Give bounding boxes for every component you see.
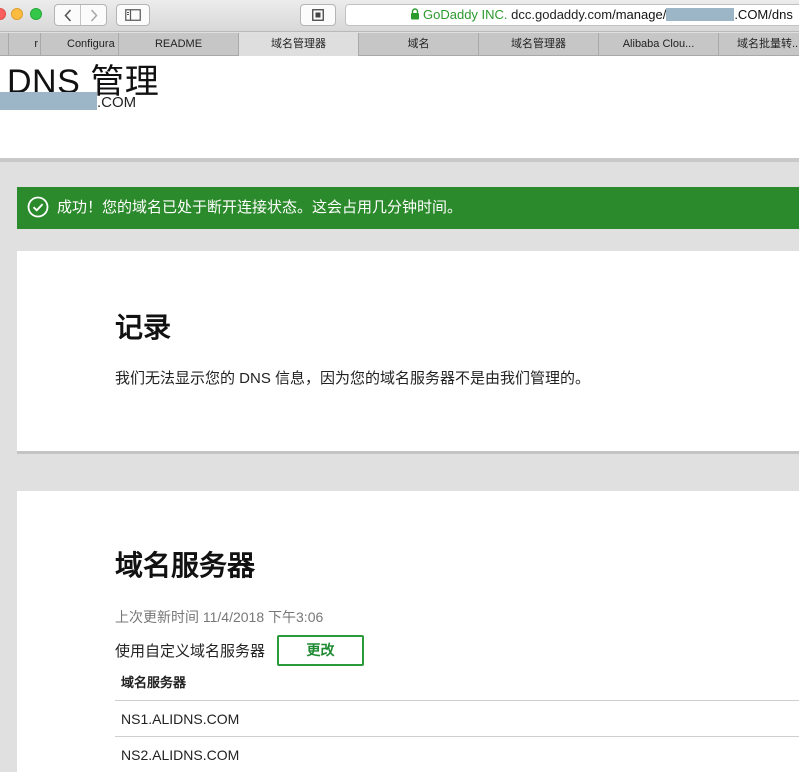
- chevron-right-icon: [90, 8, 98, 22]
- sidebar-icon: [125, 9, 141, 21]
- chevron-left-icon: [63, 8, 71, 22]
- url-domain: dcc.godaddy.com: [511, 7, 613, 22]
- records-message: 我们无法显示您的 DNS 信息，因为您的域名服务器不是由我们管理的。: [115, 370, 591, 387]
- sidebar-toggle-button[interactable]: [116, 4, 150, 26]
- tab-2[interactable]: Configura: [40, 33, 118, 56]
- url-path-suffix: .COM/dns: [734, 7, 793, 22]
- back-button[interactable]: [55, 5, 80, 25]
- zoom-window-button[interactable]: [30, 8, 42, 20]
- tab-bar: r Configura README 域名管理器 域名 域名管理器 Alibab…: [0, 33, 799, 56]
- custom-nameserver-row: 使用自定义域名服务器 更改: [115, 634, 365, 666]
- domain-name: .COM: [0, 92, 136, 111]
- custom-nameserver-label: 使用自定义域名服务器: [115, 642, 266, 660]
- lock-icon: [411, 8, 419, 20]
- check-circle-icon: [27, 196, 49, 218]
- forward-button[interactable]: [80, 5, 106, 25]
- nameserver-table-header: 域名服务器: [115, 665, 799, 701]
- page-header: DNS 管理 .COM: [0, 56, 799, 158]
- tab-5[interactable]: 域名: [358, 33, 478, 56]
- reader-view-button[interactable]: [300, 4, 336, 26]
- tab-7[interactable]: Alibaba Clou...: [598, 33, 718, 56]
- navigation-buttons: [54, 4, 107, 26]
- certificate-owner: GoDaddy INC.: [423, 7, 508, 22]
- tab-6[interactable]: 域名管理器: [478, 33, 598, 56]
- url-path-prefix: /manage/: [612, 7, 667, 22]
- nameservers-card: 域名服务器 上次更新时间 11/4/2018 下午3:06 使用自定义域名服务器…: [17, 491, 799, 772]
- redacted-domain: [0, 92, 97, 110]
- tab-4[interactable]: 域名管理器: [238, 33, 358, 56]
- minimize-window-button[interactable]: [11, 8, 23, 20]
- redacted-url-segment: [666, 8, 735, 21]
- change-nameservers-button[interactable]: 更改: [277, 634, 365, 666]
- browser-toolbar: GoDaddy INC. dcc.godaddy.com/manage/ .COM…: [0, 0, 799, 32]
- success-alert: 成功！您的域名已处于断开连接状态。这会占用几分钟时间。: [17, 187, 799, 229]
- header-divider: [0, 158, 799, 162]
- table-row: NS2.ALIDNS.COM: [115, 737, 799, 772]
- records-title: 记录: [115, 312, 172, 343]
- tab-3[interactable]: README: [118, 33, 238, 56]
- last-updated-text: 上次更新时间 11/4/2018 下午3:06: [115, 609, 324, 625]
- domain-suffix: .COM: [97, 94, 137, 111]
- nameserver-table: 域名服务器 NS1.ALIDNS.COM NS2.ALIDNS.COM: [115, 665, 799, 772]
- table-row: NS1.ALIDNS.COM: [115, 701, 799, 737]
- address-bar[interactable]: GoDaddy INC. dcc.godaddy.com/manage/ .COM…: [345, 4, 799, 26]
- tab-1[interactable]: r: [8, 33, 40, 56]
- alert-message: 成功！您的域名已处于断开连接状态。这会占用几分钟时间。: [57, 199, 463, 216]
- close-window-button[interactable]: [0, 8, 6, 20]
- reader-icon: [312, 9, 324, 21]
- records-card: 记录 我们无法显示您的 DNS 信息，因为您的域名服务器不是由我们管理的。: [17, 251, 799, 454]
- tab-8[interactable]: 域名批量转...: [718, 33, 799, 56]
- nameservers-title: 域名服务器: [115, 550, 256, 581]
